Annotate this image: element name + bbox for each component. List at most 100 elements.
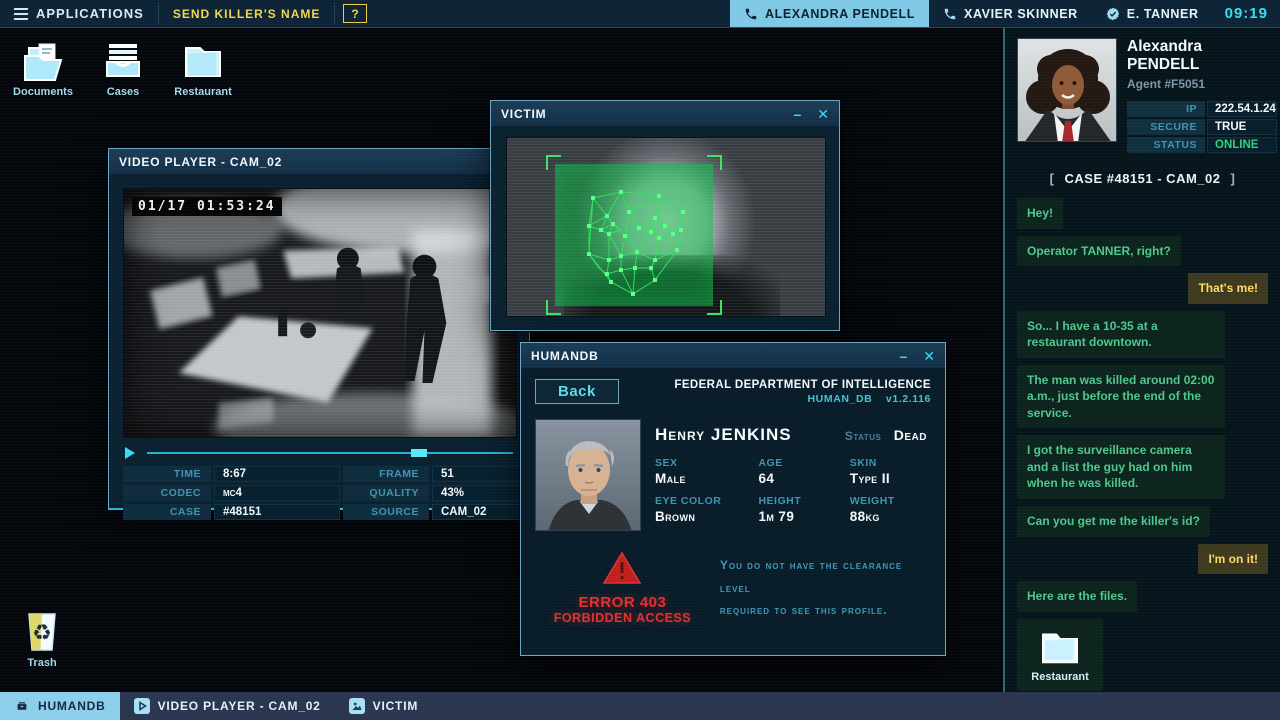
- contact-name: E. TANNER: [1127, 7, 1199, 21]
- chat-thread: Hey! Operator TANNER, right? That's me! …: [1017, 198, 1268, 691]
- chat-message: The man was killed around 02:00 a.m., ju…: [1017, 365, 1225, 429]
- top-menu-bar: APPLICATIONS SEND KILLER'S NAME ? ALEXAN…: [0, 0, 1280, 28]
- humandb-window: HUMANDB – ✕ Back FEDERAL DEPARTMENT OF I…: [520, 342, 946, 656]
- minimize-button[interactable]: –: [793, 107, 801, 121]
- close-icon[interactable]: ✕: [817, 107, 829, 121]
- send-killers-name-button[interactable]: SEND KILLER'S NAME: [159, 0, 335, 27]
- error-title: FORBIDDEN ACCESS: [551, 611, 694, 625]
- surveillance-footage-art: [124, 189, 516, 438]
- desktop-icon-label: Cases: [107, 86, 139, 98]
- desktop-screen: APPLICATIONS SEND KILLER'S NAME ? ALEXAN…: [0, 0, 1280, 720]
- hamburger-icon: [14, 5, 28, 23]
- taskbar-item-humandb[interactable]: HUMANDB: [0, 692, 120, 720]
- close-icon[interactable]: ✕: [923, 349, 935, 363]
- taskbar-item-victim[interactable]: VICTIM: [335, 692, 432, 720]
- org-version: v1.2.116: [886, 393, 931, 405]
- trash-icon: ♻: [23, 610, 61, 654]
- desktop-icon-trash[interactable]: ♻ Trash: [18, 610, 66, 669]
- phone-icon: [744, 7, 758, 21]
- desktop-icon-documents[interactable]: Documents: [14, 40, 72, 98]
- humandb-titlebar[interactable]: HUMANDB – ✕: [521, 343, 945, 369]
- chat-message: Here are the files.: [1017, 581, 1137, 612]
- victim-face-image: [506, 137, 826, 317]
- case-tag-text: CASE #48151 - CAM_02: [1065, 171, 1221, 186]
- field-value: Brown: [655, 509, 748, 524]
- meta-value: mc4: [214, 485, 340, 501]
- bracket: [: [1050, 171, 1055, 186]
- humandb-title: HUMANDB: [531, 349, 599, 363]
- chat-message: I'm on it!: [1198, 544, 1268, 575]
- folder-icon: [1038, 629, 1082, 665]
- error-message-line1: You do not have the clearance level: [720, 554, 927, 600]
- meta-label: FRAME: [343, 466, 429, 482]
- video-player-title: VIDEO PLAYER - CAM_02: [119, 155, 282, 169]
- org-app: HUMAN_DB: [807, 393, 872, 405]
- field-value: Type II: [850, 471, 931, 486]
- folder-icon: [180, 40, 226, 82]
- taskbar-item-label: VIDEO PLAYER - CAM_02: [158, 699, 321, 713]
- meta-label: QUALITY: [343, 485, 429, 501]
- chat-message: So... I have a 10-35 at a restaurant dow…: [1017, 311, 1225, 358]
- help-button[interactable]: ?: [343, 4, 366, 23]
- error-403-panel: ERROR 403 FORBIDDEN ACCESS You do not ha…: [521, 531, 945, 625]
- field-label: WEIGHT: [850, 495, 931, 507]
- desktop-icon-label: Documents: [13, 86, 73, 98]
- field-value: 64: [758, 471, 839, 486]
- info-label: SECURE: [1127, 119, 1205, 135]
- photo-icon: [349, 698, 365, 714]
- chat-message: Hey!: [1017, 198, 1063, 229]
- progress-handle[interactable]: [411, 449, 427, 457]
- chat-attachment-restaurant-folder[interactable]: Restaurant: [1017, 619, 1103, 691]
- video-progress-bar[interactable]: [147, 452, 513, 454]
- video-metadata-table: TIME 8:67 FRAME 51 IP 97 CODEC mc4 QUALI…: [123, 466, 515, 520]
- meta-label: SOURCE: [343, 504, 429, 520]
- field-label: EYE COLOR: [655, 495, 748, 507]
- minimize-button[interactable]: –: [899, 349, 907, 363]
- meta-value: 8:67: [214, 466, 340, 482]
- desktop-icon-row: Documents Cases Restaurant: [14, 40, 232, 98]
- applications-label: APPLICATIONS: [36, 6, 144, 21]
- warning-triangle-icon: [602, 551, 642, 585]
- contact-xavier-skinner[interactable]: XAVIER SKINNER: [929, 0, 1092, 27]
- contact-name: XAVIER SKINNER: [964, 7, 1078, 21]
- back-button[interactable]: Back: [535, 379, 619, 404]
- field-label: SEX: [655, 457, 748, 469]
- agent-chat-sidebar: Alexandra PENDELL Agent #F5051 IP 222.54…: [1003, 28, 1280, 692]
- badge-icon: [1106, 7, 1120, 21]
- agent-info-table: IP 222.54.1.24 SECURE TRUE STATUS ONLINE: [1127, 101, 1277, 153]
- video-player-window: VIDEO PLAYER - CAM_02: [108, 148, 530, 510]
- desktop-icon-label: Restaurant: [174, 86, 231, 98]
- bracket: ]: [1230, 171, 1235, 186]
- play-icon: [134, 698, 150, 714]
- field-value: 1m 79: [758, 509, 839, 524]
- contact-e-tanner[interactable]: E. TANNER: [1092, 0, 1213, 27]
- desktop-icon-cases[interactable]: Cases: [94, 40, 152, 98]
- info-value: TRUE: [1207, 119, 1277, 135]
- info-value: 222.54.1.24: [1207, 101, 1277, 117]
- trash-label: Trash: [27, 657, 56, 669]
- system-clock: 09:19: [1213, 0, 1280, 27]
- play-button[interactable]: [125, 447, 135, 459]
- meta-value: #48151: [214, 504, 340, 520]
- chat-message: Can you get me the killer's id?: [1017, 506, 1210, 537]
- taskbar-item-video-player[interactable]: VIDEO PLAYER - CAM_02: [120, 692, 335, 720]
- org-name: FEDERAL DEPARTMENT OF INTELLIGENCE: [674, 379, 931, 391]
- divider: [334, 3, 335, 24]
- field-label: AGE: [758, 457, 839, 469]
- meta-label: CASE: [123, 504, 211, 520]
- field-label: HEIGHT: [758, 495, 839, 507]
- desktop-icon-restaurant[interactable]: Restaurant: [174, 40, 232, 98]
- contact-alexandra-pendell[interactable]: ALEXANDRA PENDELL: [730, 0, 929, 27]
- contact-name: ALEXANDRA PENDELL: [765, 7, 915, 21]
- chat-message: I got the surveillance camera and a list…: [1017, 435, 1225, 499]
- video-player-titlebar[interactable]: VIDEO PLAYER - CAM_02: [109, 149, 529, 175]
- video-timestamp-overlay: 01/17 01:53:24: [132, 197, 282, 216]
- taskbar-item-label: VICTIM: [373, 699, 418, 713]
- chat-message: That's me!: [1188, 273, 1268, 304]
- applications-menu[interactable]: APPLICATIONS: [0, 0, 158, 27]
- victim-titlebar[interactable]: VICTIM – ✕: [491, 101, 839, 127]
- error-code: ERROR 403: [551, 594, 694, 611]
- tray-icon: [99, 40, 147, 82]
- open-folder-icon: [19, 40, 67, 82]
- meta-label: TIME: [123, 466, 211, 482]
